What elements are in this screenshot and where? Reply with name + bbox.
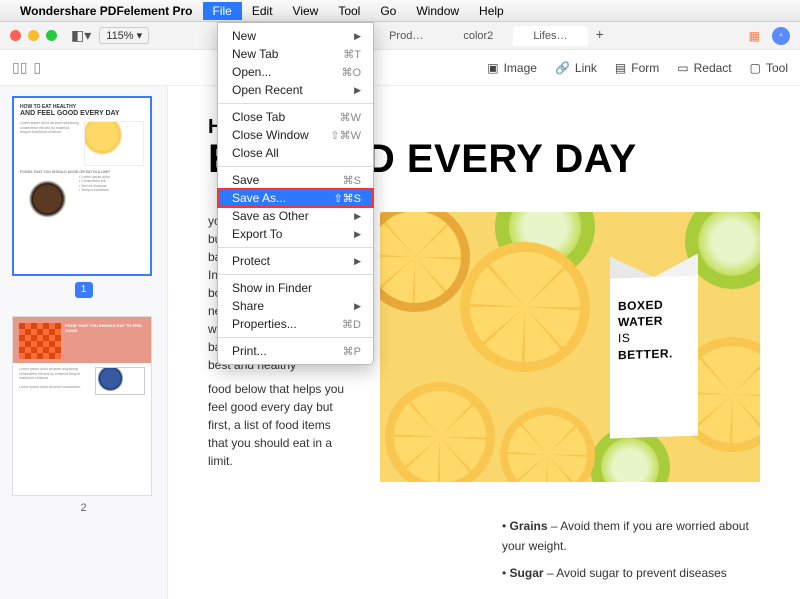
tab-prod2[interactable]: Prod… bbox=[369, 26, 443, 46]
menu-item-close-all[interactable]: Close All bbox=[218, 144, 373, 162]
sidebar-toggle-icon[interactable]: ◧▾ bbox=[71, 27, 91, 44]
thumb-citrus-image bbox=[84, 121, 144, 166]
thumb-pink-title: FOOD THAT YOU SHOULD EAT TO FEEL GOOD bbox=[61, 323, 145, 357]
menu-item-open-recent[interactable]: Open Recent▶ bbox=[218, 81, 373, 99]
thumb-oranges-image bbox=[19, 323, 61, 359]
menu-item-save[interactable]: Save⌘S bbox=[218, 171, 373, 189]
file-menu-dropdown: New▶New Tab⌘TOpen...⌘OOpen Recent▶ Close … bbox=[217, 22, 374, 365]
minimize-window-button[interactable] bbox=[28, 30, 39, 41]
image-icon: ▣ bbox=[487, 61, 498, 75]
menu-item-protect[interactable]: Protect▶ bbox=[218, 252, 373, 270]
menu-help[interactable]: Help bbox=[469, 2, 514, 20]
thumb-coffee-image bbox=[20, 179, 75, 219]
page-thumbnail-2[interactable]: FOOD THAT YOU SHOULD EAT TO FEEL GOOD Lo… bbox=[12, 316, 152, 496]
thumb-title: AND FEEL GOOD EVERY DAY bbox=[20, 110, 144, 117]
menu-item-close-window[interactable]: Close Window⇧⌘W bbox=[218, 126, 373, 144]
menu-item-print-[interactable]: Print...⌘P bbox=[218, 342, 373, 360]
view-mode-icons: ▯▯ ▯ bbox=[12, 59, 41, 76]
link-icon: 🔗 bbox=[555, 61, 570, 75]
zoom-window-button[interactable] bbox=[46, 30, 57, 41]
toolbox-icon: ▢ bbox=[750, 61, 761, 75]
page-thumbnail-1[interactable]: HOW TO EAT HEALTHY AND FEEL GOOD EVERY D… bbox=[12, 96, 152, 276]
menu-item-save-as-other[interactable]: Save as Other▶ bbox=[218, 207, 373, 225]
menu-go[interactable]: Go bbox=[370, 2, 406, 20]
form-tool[interactable]: ▤Form bbox=[615, 61, 659, 75]
menu-item-new-tab[interactable]: New Tab⌘T bbox=[218, 45, 373, 63]
menu-item-share[interactable]: Share▶ bbox=[218, 297, 373, 315]
image-tool[interactable]: ▣Image bbox=[487, 61, 537, 75]
thumb-berries-image bbox=[95, 367, 145, 395]
hero-citrus-image: BOXED WATER IS BETTER. bbox=[380, 212, 760, 482]
menu-item-export-to[interactable]: Export To▶ bbox=[218, 225, 373, 243]
app-name: Wondershare PDFelement Pro bbox=[20, 4, 193, 18]
link-tool[interactable]: 🔗Link bbox=[555, 61, 597, 75]
app-window: ◧▾ 115% ▾ prod… Prod… color2 Lifes… + ▦ … bbox=[0, 22, 800, 599]
single-view-icon[interactable]: ▯ bbox=[33, 59, 41, 76]
user-avatar[interactable]: ◦ bbox=[772, 27, 790, 45]
tool-tool[interactable]: ▢Tool bbox=[750, 61, 788, 75]
main-toolbar: ▯▯ ▯ ▣Image 🔗Link ▤Form ▭Redact ▢Tool bbox=[0, 50, 800, 86]
menu-tool[interactable]: Tool bbox=[328, 2, 370, 20]
menu-item-close-tab[interactable]: Close Tab⌘W bbox=[218, 108, 373, 126]
add-tab-button[interactable]: + bbox=[588, 26, 612, 46]
tab-color2[interactable]: color2 bbox=[443, 26, 513, 46]
redact-icon: ▭ bbox=[677, 61, 688, 75]
close-window-button[interactable] bbox=[10, 30, 21, 41]
page-number-2: 2 bbox=[12, 502, 155, 514]
menu-item-open-[interactable]: Open...⌘O bbox=[218, 63, 373, 81]
boxed-water-carton: BOXED WATER IS BETTER. bbox=[610, 275, 698, 438]
doc-bullet-list: • Grains – Avoid them if you are worried… bbox=[502, 517, 772, 591]
window-body: HOW TO EAT HEALTHY AND FEEL GOOD EVERY D… bbox=[0, 86, 800, 599]
grid-icon[interactable]: ▦ bbox=[749, 29, 760, 43]
menu-item-show-in-finder[interactable]: Show in Finder bbox=[218, 279, 373, 297]
menu-item-new[interactable]: New▶ bbox=[218, 27, 373, 45]
menu-window[interactable]: Window bbox=[406, 2, 469, 20]
menu-edit[interactable]: Edit bbox=[242, 2, 283, 20]
thumbnail-view-icon[interactable]: ▯▯ bbox=[12, 59, 27, 76]
macos-menubar: Wondershare PDFelement Pro File Edit Vie… bbox=[0, 0, 800, 22]
form-icon: ▤ bbox=[615, 61, 626, 75]
window-titlebar: ◧▾ 115% ▾ prod… Prod… color2 Lifes… + ▦ … bbox=[0, 22, 800, 50]
traffic-lights bbox=[10, 30, 57, 41]
page-badge: 1 bbox=[75, 282, 93, 298]
zoom-level[interactable]: 115% ▾ bbox=[99, 27, 149, 44]
menu-item-save-as-[interactable]: Save As...⇧⌘S bbox=[218, 189, 373, 207]
redact-tool[interactable]: ▭Redact bbox=[677, 61, 731, 75]
menu-file[interactable]: File bbox=[203, 2, 242, 20]
menu-item-properties-[interactable]: Properties...⌘D bbox=[218, 315, 373, 333]
menu-view[interactable]: View bbox=[283, 2, 329, 20]
tab-lifes[interactable]: Lifes… bbox=[513, 26, 587, 46]
thumbnail-panel: HOW TO EAT HEALTHY AND FEEL GOOD EVERY D… bbox=[0, 86, 168, 599]
